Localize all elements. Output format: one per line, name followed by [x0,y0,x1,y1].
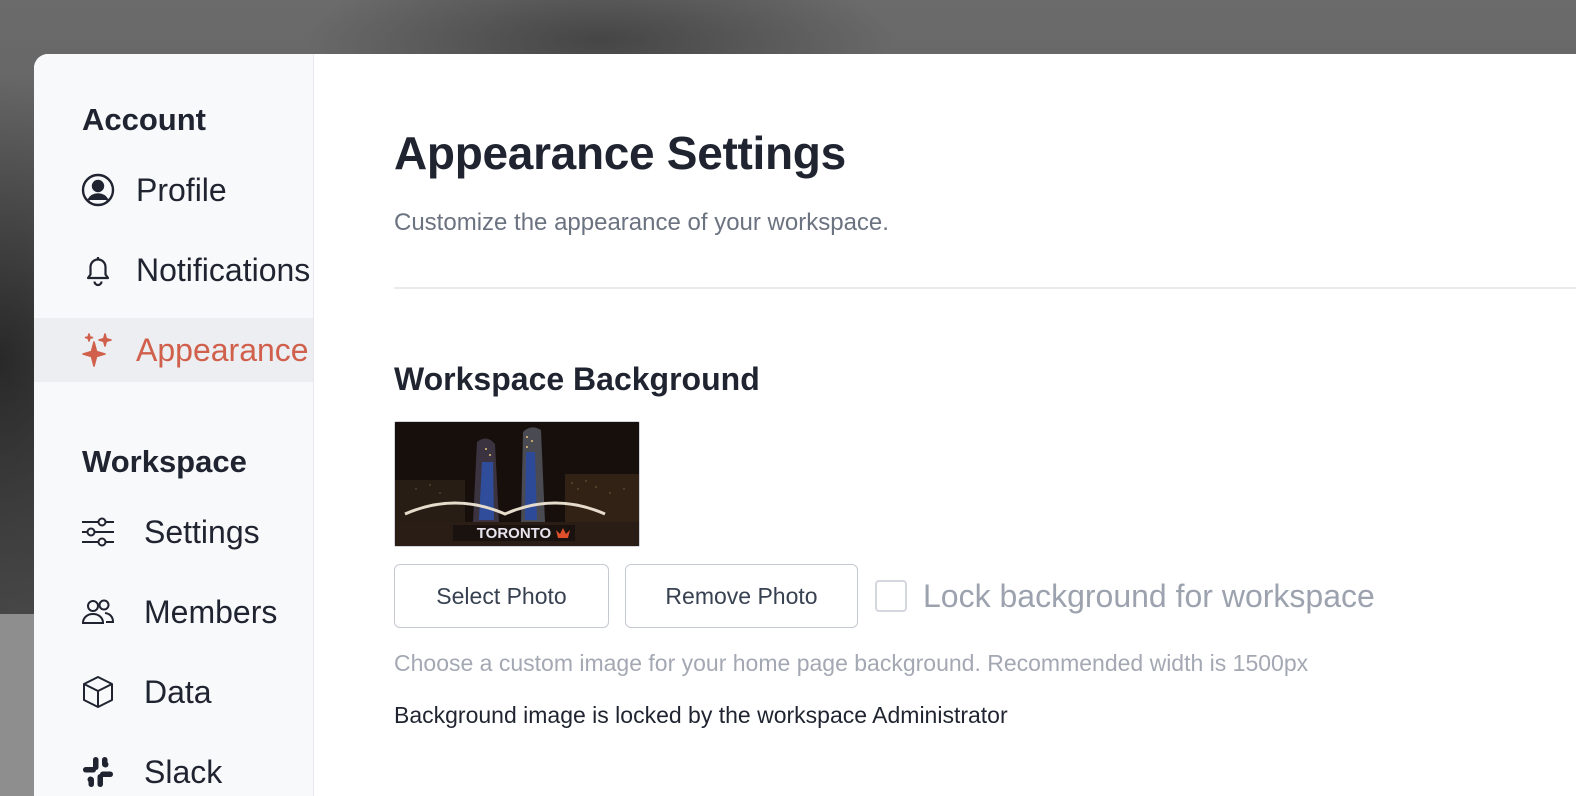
locked-notice: Background image is locked by the worksp… [394,702,1008,728]
users-icon [80,594,116,630]
sidebar-item-label: Appearance [136,331,309,368]
sidebar-item-settings[interactable]: Settings [34,500,313,564]
select-photo-button[interactable]: Select Photo [394,564,609,628]
sliders-icon [80,514,116,550]
sidebar-item-appearance[interactable]: Appearance [34,318,313,382]
slack-icon [80,754,116,790]
photo-actions: Select Photo Remove Photo Lock backgroun… [394,564,1576,628]
sidebar-item-slack[interactable]: Slack [34,740,313,796]
sidebar-section-workspace: Workspace [82,444,247,479]
sidebar-item-label: Settings [144,513,260,550]
settings-content: Appearance Settings Customize the appear… [314,54,1576,796]
cube-icon [80,674,116,710]
section-heading-background: Workspace Background [394,361,760,397]
settings-sidebar: Account Profile Notifications Appearance… [34,54,314,796]
sparkles-icon [80,332,116,368]
sidebar-item-members[interactable]: Members [34,580,313,644]
sidebar-item-label: Slack [144,753,223,790]
page-title: Appearance Settings [394,127,846,179]
background-help-text: Choose a custom image for your home page… [394,650,1309,676]
sidebar-section-account: Account [82,102,206,137]
sidebar-item-label: Profile [136,171,227,208]
sidebar-item-data[interactable]: Data [34,660,313,724]
settings-modal: Account Profile Notifications Appearance… [34,54,1576,796]
sidebar-item-label: Notifications [136,251,311,288]
page-subtitle: Customize the appearance of your workspa… [394,209,889,236]
lock-background-label: Lock background for workspace [923,577,1375,614]
divider [394,287,1576,289]
bell-icon [80,252,116,288]
sidebar-item-label: Data [144,673,212,710]
thumbnail-sign-text: TORONTO [477,525,552,542]
remove-photo-button[interactable]: Remove Photo [625,564,858,628]
lock-background-checkbox[interactable] [875,580,907,612]
sidebar-item-notifications[interactable]: Notifications [34,238,313,302]
sidebar-item-profile[interactable]: Profile [34,158,313,222]
background-thumbnail: TORONTO [394,421,640,547]
user-circle-icon [80,172,116,208]
sidebar-item-label: Members [144,593,278,630]
